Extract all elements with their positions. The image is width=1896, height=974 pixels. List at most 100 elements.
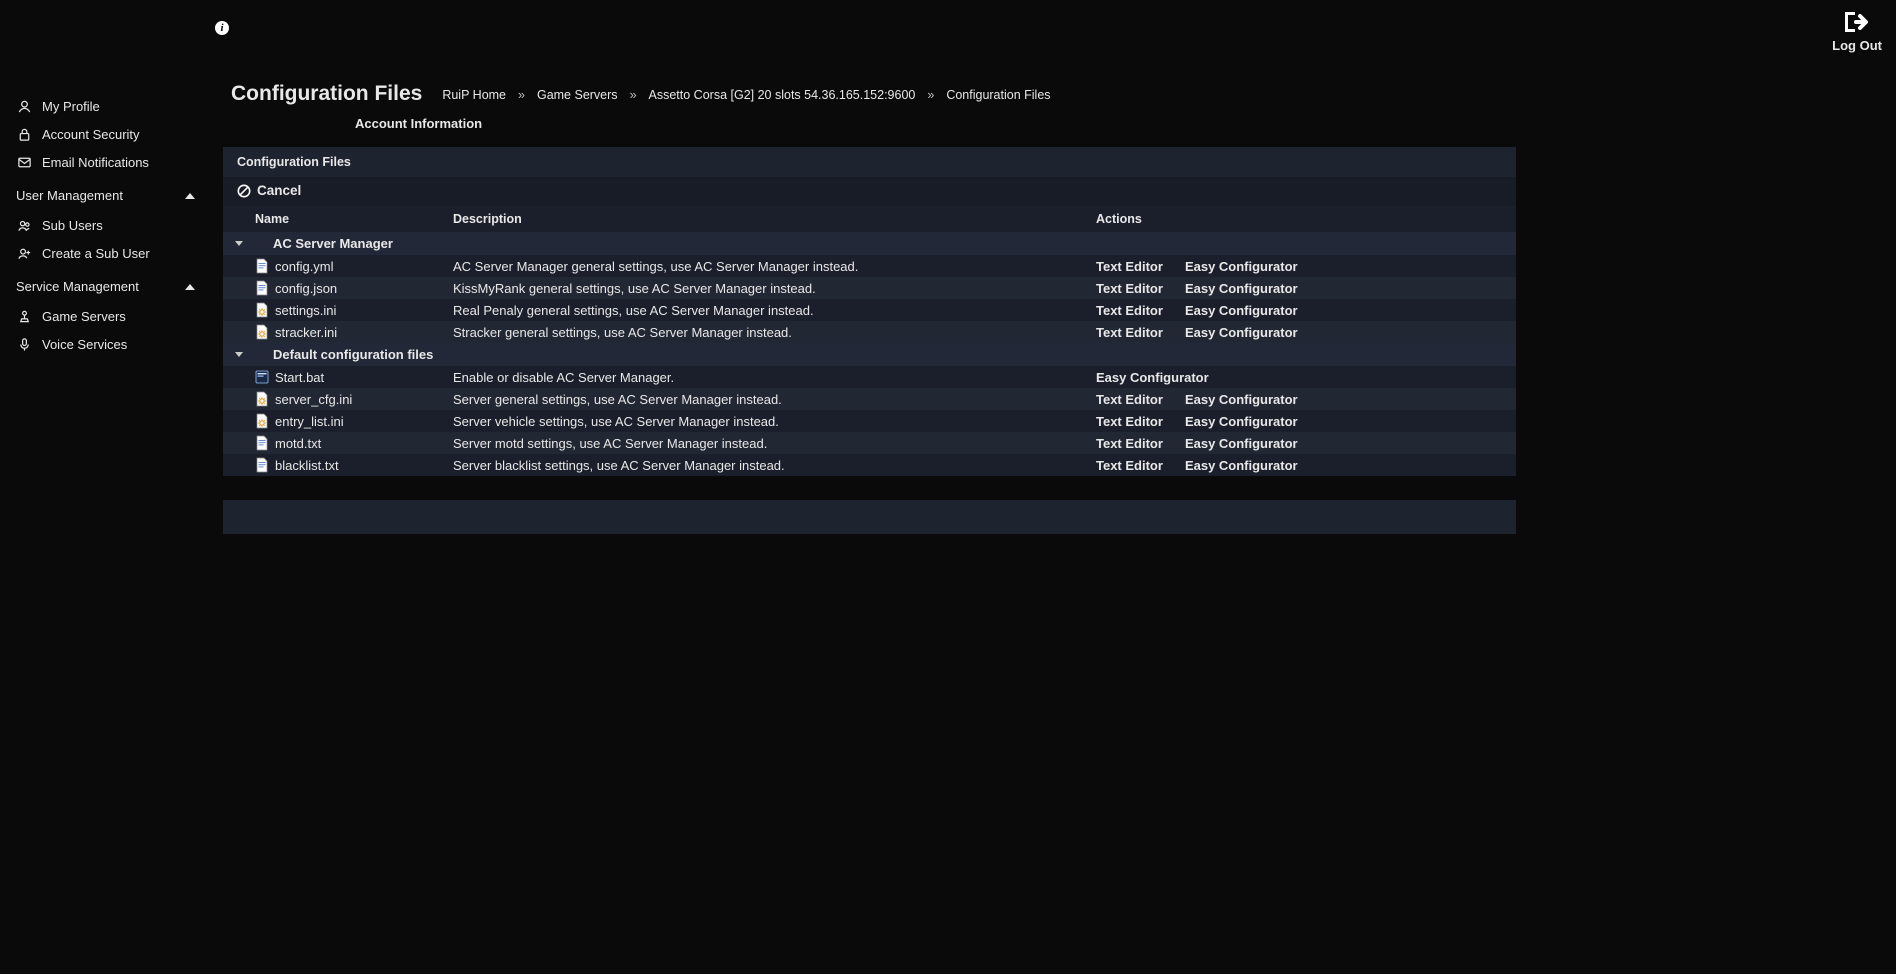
sidebar-item-label: Account Security	[42, 127, 207, 142]
user-icon	[16, 98, 32, 114]
file-name[interactable]: server_cfg.ini	[275, 392, 352, 407]
text-editor-link[interactable]: Text Editor	[1096, 303, 1163, 318]
sidebar-group-label: Service Management	[16, 279, 185, 294]
file-description: AC Server Manager general settings, use …	[453, 259, 1096, 274]
sidebar-item-label: Game Servers	[42, 309, 207, 324]
breadcrumb-link[interactable]: RuiP Home	[432, 86, 516, 104]
sidebar-item-label: Create a Sub User	[42, 246, 207, 261]
users-icon	[16, 217, 32, 233]
text-editor-link[interactable]: Text Editor	[1096, 281, 1163, 296]
sidebar-group-user-management[interactable]: User Management	[0, 180, 207, 211]
logout-icon	[1842, 10, 1872, 34]
file-name[interactable]: config.json	[275, 281, 337, 296]
easy-configurator-link[interactable]: Easy Configurator	[1185, 325, 1298, 340]
easy-configurator-link[interactable]: Easy Configurator	[1185, 303, 1298, 318]
file-name[interactable]: settings.ini	[275, 303, 336, 318]
easy-configurator-link[interactable]: Easy Configurator	[1185, 458, 1298, 473]
text-editor-link[interactable]: Text Editor	[1096, 392, 1163, 407]
chevron-down-icon	[235, 241, 243, 246]
file-description: Stracker general settings, use AC Server…	[453, 325, 1096, 340]
file-group-label: Default configuration files	[259, 347, 433, 362]
file-icon	[255, 369, 269, 385]
breadcrumb-current: Configuration Files	[936, 86, 1060, 104]
joystick-icon	[16, 308, 32, 324]
file-description: KissMyRank general settings, use AC Serv…	[453, 281, 1096, 296]
sidebar-item-label: Email Notifications	[42, 155, 207, 170]
info-icon[interactable]: i	[215, 21, 229, 35]
file-icon	[255, 413, 269, 429]
file-group-ac-server-manager[interactable]: AC Server Manager	[223, 232, 1516, 255]
file-icon	[255, 258, 269, 274]
sidebar-item-label: My Profile	[42, 99, 207, 114]
text-editor-link[interactable]: Text Editor	[1096, 325, 1163, 340]
sidebar-item-create-a-sub-user[interactable]: Create a Sub User	[0, 239, 207, 267]
file-group-label: AC Server Manager	[259, 236, 393, 251]
file-row: entry_list.ini Server vehicle settings, u…	[223, 410, 1516, 432]
breadcrumb-separator: »	[628, 86, 639, 104]
sidebar-group-service-management[interactable]: Service Management	[0, 271, 207, 302]
account-information-link[interactable]: Account Information	[223, 112, 1516, 145]
cancel-label: Cancel	[257, 183, 301, 198]
easy-configurator-link[interactable]: Easy Configurator	[1185, 281, 1298, 296]
sidebar-item-account-security[interactable]: Account Security	[0, 120, 207, 148]
column-description: Description	[453, 212, 1096, 226]
main: Configuration Files RuiP Home»Game Serve…	[223, 76, 1516, 534]
sidebar: My Profile Account Security Email Notifica…	[0, 92, 207, 358]
easy-configurator-link[interactable]: Easy Configurator	[1185, 414, 1298, 429]
column-name: Name	[255, 212, 453, 226]
page-title: Configuration Files	[231, 82, 422, 106]
file-icon	[255, 457, 269, 473]
file-row: config.yml AC Server Manager general sett…	[223, 255, 1516, 277]
breadcrumb-separator: »	[925, 86, 936, 104]
easy-configurator-link[interactable]: Easy Configurator	[1185, 259, 1298, 274]
file-icon	[255, 324, 269, 340]
file-row: settings.ini Real Penaly general settings…	[223, 299, 1516, 321]
sidebar-item-my-profile[interactable]: My Profile	[0, 92, 207, 120]
chevron-up-icon	[185, 284, 195, 290]
logout-button[interactable]: Log Out	[1832, 10, 1882, 53]
breadcrumb-separator: »	[516, 86, 527, 104]
text-editor-link[interactable]: Text Editor	[1096, 436, 1163, 451]
config-files-panel: Configuration Files Cancel Name Descript…	[223, 147, 1516, 476]
file-icon	[255, 435, 269, 451]
file-name[interactable]: motd.txt	[275, 436, 321, 451]
file-description: Server motd settings, use AC Server Mana…	[453, 436, 1096, 451]
cancel-button[interactable]: Cancel	[223, 177, 1516, 206]
panel-footer	[223, 500, 1516, 534]
file-description: Enable or disable AC Server Manager.	[453, 370, 1096, 385]
easy-configurator-link[interactable]: Easy Configurator	[1185, 436, 1298, 451]
file-group-default-configuration-files[interactable]: Default configuration files	[223, 343, 1516, 366]
panel-title: Configuration Files	[223, 147, 365, 177]
sidebar-item-email-notifications[interactable]: Email Notifications	[0, 148, 207, 176]
cancel-icon	[237, 184, 251, 198]
sidebar-item-sub-users[interactable]: Sub Users	[0, 211, 207, 239]
file-row: motd.txt Server motd settings, use AC Ser…	[223, 432, 1516, 454]
sidebar-item-voice-services[interactable]: Voice Services	[0, 330, 207, 358]
file-icon	[255, 302, 269, 318]
breadcrumb-link[interactable]: Assetto Corsa [G2] 20 slots 54.36.165.15…	[639, 86, 926, 104]
sidebar-group-label: User Management	[16, 188, 185, 203]
file-name[interactable]: stracker.ini	[275, 325, 337, 340]
file-icon	[255, 391, 269, 407]
file-description: Real Penaly general settings, use AC Ser…	[453, 303, 1096, 318]
text-editor-link[interactable]: Text Editor	[1096, 259, 1163, 274]
file-description: Server blacklist settings, use AC Server…	[453, 458, 1096, 473]
text-editor-link[interactable]: Text Editor	[1096, 458, 1163, 473]
file-row: blacklist.txt Server blacklist settings, …	[223, 454, 1516, 476]
mail-icon	[16, 154, 32, 170]
column-actions: Actions	[1096, 212, 1516, 226]
file-icon	[255, 280, 269, 296]
sidebar-item-game-servers[interactable]: Game Servers	[0, 302, 207, 330]
page-header: Configuration Files RuiP Home»Game Serve…	[223, 76, 1516, 112]
file-name[interactable]: entry_list.ini	[275, 414, 344, 429]
file-name[interactable]: Start.bat	[275, 370, 324, 385]
file-name[interactable]: blacklist.txt	[275, 458, 339, 473]
file-row: stracker.ini Stracker general settings, u…	[223, 321, 1516, 343]
file-description: Server vehicle settings, use AC Server M…	[453, 414, 1096, 429]
file-name[interactable]: config.yml	[275, 259, 334, 274]
text-editor-link[interactable]: Text Editor	[1096, 414, 1163, 429]
file-row: server_cfg.iniServer general settings, u…	[223, 388, 1516, 410]
breadcrumb-link[interactable]: Game Servers	[527, 86, 628, 104]
easy-configurator-link[interactable]: Easy Configurator	[1096, 370, 1209, 385]
easy-configurator-link[interactable]: Easy Configurator	[1185, 392, 1298, 407]
